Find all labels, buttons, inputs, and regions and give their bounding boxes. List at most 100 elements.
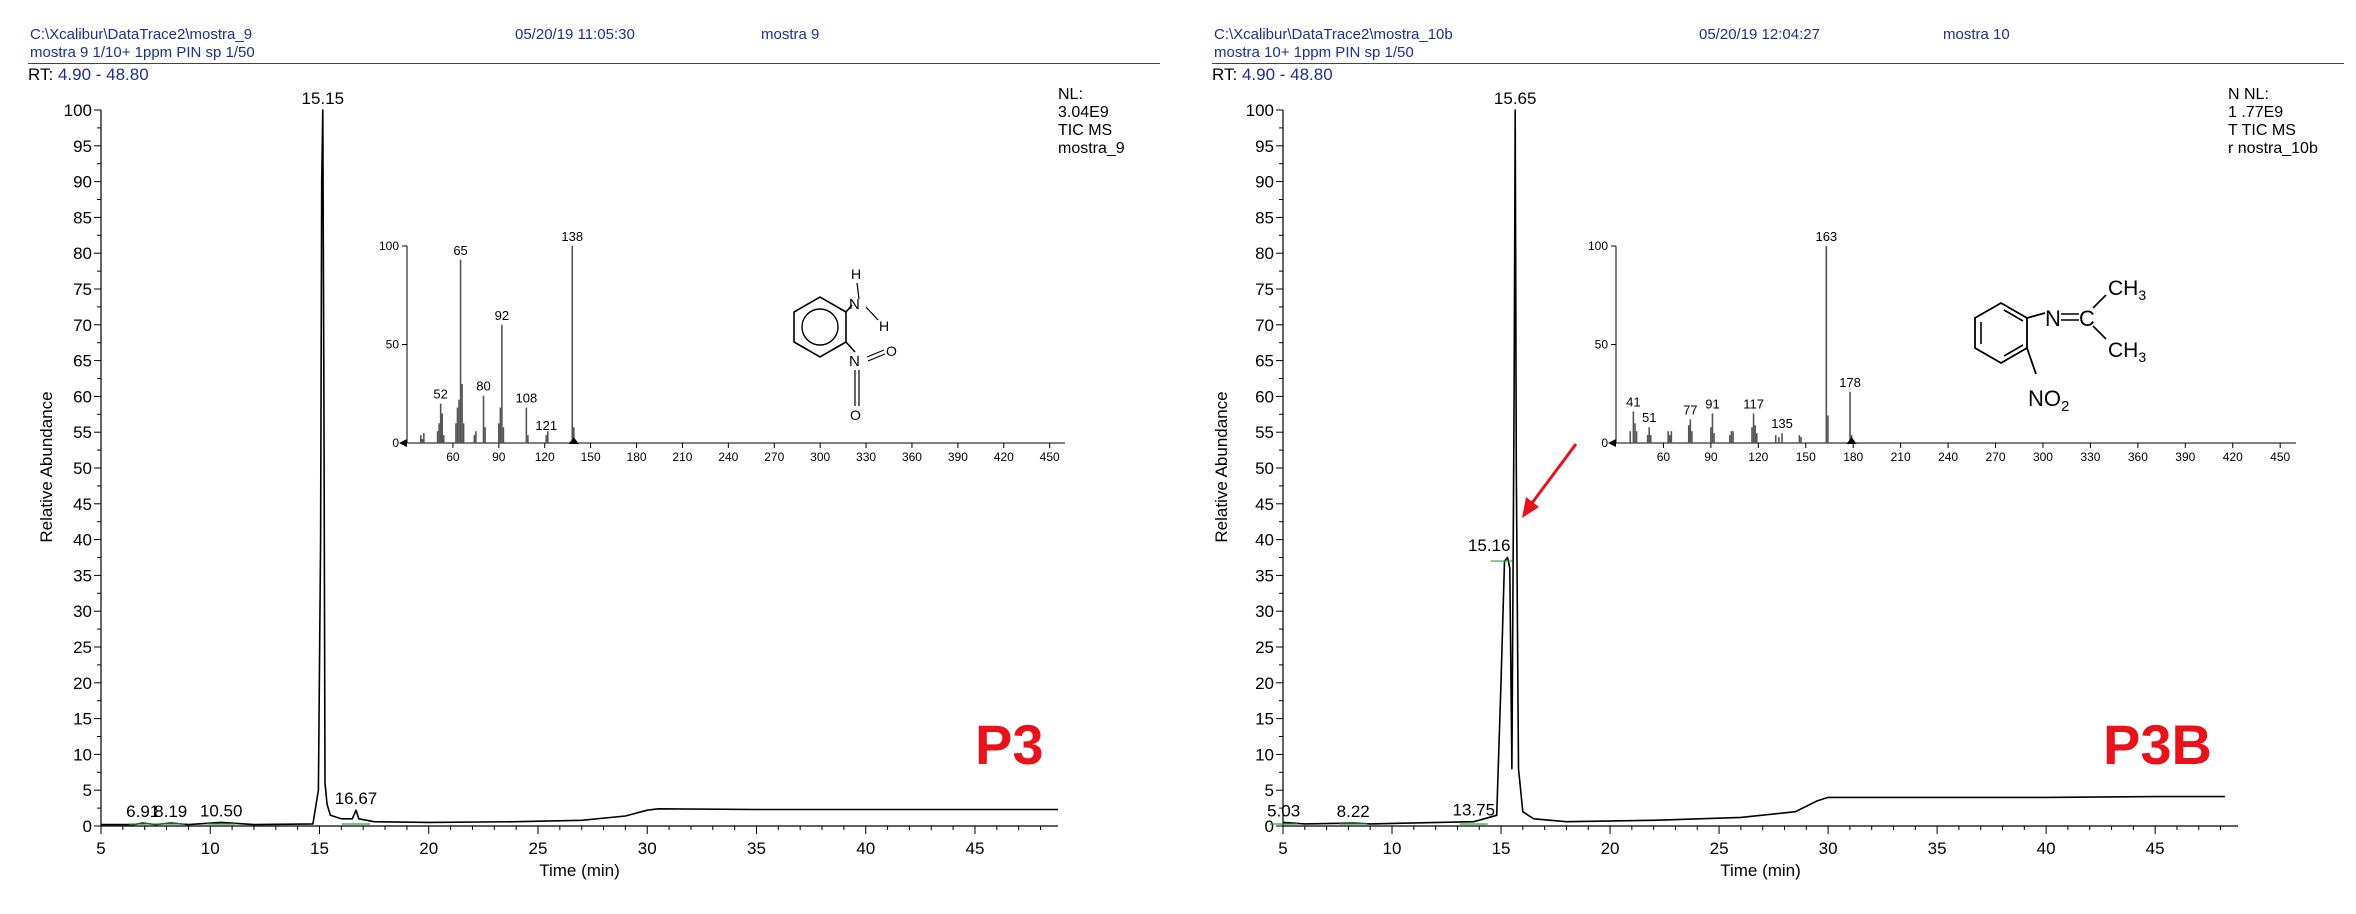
inset-x-tick-label: 90: [492, 450, 506, 464]
inset-x-tick-label: 150: [1796, 450, 1816, 464]
scan-filter: TIC MS: [1058, 122, 1113, 139]
tic-trace: [101, 109, 1058, 826]
nl-value: 3.04E9: [1058, 104, 1109, 121]
y-tick-label: 85: [73, 208, 92, 227]
imine-n-atom: N: [2045, 306, 2061, 331]
x-tick-label: 15: [310, 839, 329, 858]
y-tick-label: 100: [64, 101, 92, 120]
inset-x-tick-label: 390: [948, 450, 968, 464]
tic-trace: [1282, 109, 2225, 825]
inset-x-tick-label: 210: [1891, 450, 1911, 464]
inset-x-tick-label: 420: [2223, 450, 2243, 464]
amine-h-atom-right: H: [879, 318, 889, 334]
x-tick-label: 40: [2037, 839, 2056, 858]
y-tick-label: 5: [83, 781, 92, 800]
nl-value: 1 .77E9: [2228, 104, 2284, 121]
structure-2-nitroaniline: N H H N O O: [793, 266, 897, 423]
ms-peak-label: 41: [1626, 394, 1640, 409]
y-tick-label: 60: [1255, 387, 1274, 406]
inset-x-tick-label: 360: [902, 450, 922, 464]
ms-peak-label: 163: [1815, 229, 1837, 244]
peak-label: 16.67: [335, 789, 378, 808]
inset-x-tick-label: 180: [1843, 450, 1863, 464]
nl-label: NL:: [1058, 86, 1083, 103]
inset-x-tick-label: 150: [581, 450, 601, 464]
x-axis-title: Time (min): [539, 861, 620, 880]
nitro-n-atom: N: [849, 353, 860, 370]
inset-x-tick-label: 360: [2128, 450, 2148, 464]
y-tick-label: 30: [1255, 602, 1274, 621]
y-tick-label: 15: [73, 710, 92, 729]
y-tick-label: 70: [73, 316, 92, 335]
inset-x-tick-label: 270: [764, 450, 784, 464]
methyl-bottom: CH3: [2108, 339, 2146, 365]
x-tick-label: 35: [1928, 839, 1947, 858]
y-tick-label: 80: [73, 244, 92, 263]
y-tick-label: 25: [1255, 638, 1274, 657]
x-tick-label: 5: [1278, 839, 1287, 858]
y-tick-label: 30: [73, 602, 92, 621]
inset-x-tick-label: 420: [994, 450, 1014, 464]
inset-x-tick-label: 300: [810, 450, 830, 464]
ms-peak-label: 178: [1839, 375, 1861, 390]
peak-label: 13.75: [1453, 801, 1496, 820]
inset-y-tick-label: 50: [386, 338, 400, 352]
nl-label: N NL:: [2228, 86, 2269, 103]
x-tick-label: 20: [419, 839, 438, 858]
ms-peak-label: 77: [1683, 402, 1697, 417]
y-tick-label: 35: [1255, 566, 1274, 585]
peak-label: 15.15: [301, 89, 344, 108]
inset-x-tick-label: 330: [856, 450, 876, 464]
x-tick-label: 45: [966, 839, 985, 858]
y-tick-label: 5: [1265, 781, 1274, 800]
inset-x-tick-label: 60: [446, 450, 460, 464]
y-tick-label: 40: [73, 531, 92, 550]
x-axis-title: Time (min): [1720, 861, 1801, 880]
inset-x-tick-label: 120: [1748, 450, 1768, 464]
amine-h-atom-top: H: [851, 266, 861, 282]
inset-x-tick-label: 120: [535, 450, 555, 464]
peak-label: 8.19: [154, 802, 187, 821]
ms-peak-label: 138: [561, 229, 583, 244]
ms-peak-label: 91: [1705, 396, 1719, 411]
y-tick-label: 90: [73, 173, 92, 192]
chromatogram-panel-left: C:\Xcalibur\DataTrace2\mostra_9 05/20/19…: [0, 0, 1178, 914]
inset-x-tick-label: 240: [718, 450, 738, 464]
sample-big-label: P3: [975, 713, 1044, 776]
x-tick-label: 25: [1710, 839, 1729, 858]
nl-block: N NL: 1 .77E9 T TIC MS r nostra_10b: [2228, 86, 2318, 158]
inset-x-tick-label: 300: [2033, 450, 2053, 464]
x-tick-label: 35: [747, 839, 766, 858]
ms-peak-label: 80: [476, 379, 490, 394]
x-tick-label: 15: [1492, 839, 1511, 858]
ms-peak-label: 52: [433, 387, 447, 402]
ms-peak-label: 51: [1642, 410, 1656, 425]
y-tick-label: 20: [73, 674, 92, 693]
ms-peak-label: 92: [495, 308, 509, 323]
y-tick-label: 55: [1255, 423, 1274, 442]
y-tick-label: 10: [73, 745, 92, 764]
y-tick-label: 0: [83, 817, 92, 836]
inset-y-tick-label: 0: [1601, 436, 1608, 450]
y-tick-label: 65: [73, 352, 92, 371]
mass-spectrum-inset: 0 50 100 60 90 120 150 180 210 240 270 300 330 360 390…: [379, 229, 1065, 464]
mass-spectrum-inset: 0 50 100 60 90 120 150 180 210 240 270 300 330 360 390…: [1588, 229, 2296, 464]
y-tick-label: 100: [1246, 101, 1274, 120]
inset-x-tick-label: 450: [1040, 450, 1060, 464]
nitro-o-atom-right: O: [886, 343, 897, 359]
y-tick-label: 90: [1255, 173, 1274, 192]
y-tick-label: 10: [1255, 745, 1274, 764]
highlight-arrow: [1522, 443, 1578, 518]
ms-last-scan-marker: [568, 437, 579, 444]
x-tick-label: 30: [638, 839, 657, 858]
y-tick-label: 50: [73, 459, 92, 478]
inset-x-tick-label: 240: [1938, 450, 1958, 464]
inset-y-tick-label: 100: [379, 239, 399, 253]
peak-label: 10.50: [200, 801, 243, 820]
y-tick-label: 40: [1255, 531, 1274, 550]
peak-label: 15.65: [1494, 89, 1537, 108]
y-tick-label: 45: [73, 495, 92, 514]
y-tick-label: 50: [1255, 459, 1274, 478]
y-tick-label: 75: [1255, 280, 1274, 299]
y-tick-label: 80: [1255, 244, 1274, 263]
